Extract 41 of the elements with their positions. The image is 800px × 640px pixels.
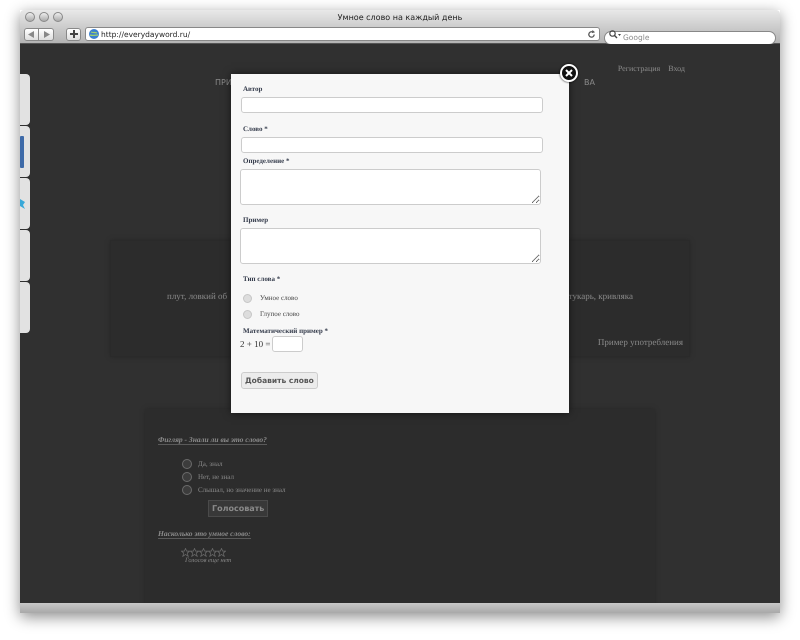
- star-icon[interactable]: [199, 548, 208, 557]
- vote-button[interactable]: Голосовать: [208, 500, 268, 517]
- close-window-button[interactable]: [25, 12, 35, 22]
- text-area[interactable]: [240, 169, 541, 205]
- plus-icon: [70, 30, 78, 38]
- side-tab[interactable]: [20, 178, 30, 229]
- search-icon: [609, 30, 621, 38]
- globe-icon: [89, 29, 99, 39]
- header-link[interactable]: Вход: [668, 64, 685, 73]
- reload-icon[interactable]: [587, 30, 596, 38]
- add-bookmark-button[interactable]: [66, 28, 81, 40]
- left-triangle-icon: [28, 30, 35, 38]
- page-heading: ПРИ: [215, 78, 232, 87]
- side-tab[interactable]: [20, 126, 30, 177]
- page-heading: ВА: [584, 78, 595, 87]
- right-triangle-icon: [42, 30, 50, 38]
- star-icon[interactable]: [181, 548, 190, 557]
- back-button[interactable]: [24, 28, 39, 40]
- star-icon[interactable]: [208, 548, 217, 557]
- radio-button[interactable]: [243, 294, 252, 302]
- header-link[interactable]: Регистрация: [618, 64, 660, 73]
- definition-text: тукарь, кривляка: [568, 291, 633, 301]
- minimize-window-button[interactable]: [39, 12, 49, 22]
- answer-field[interactable]: [272, 336, 304, 352]
- window-title: Умное слово на каждый день: [338, 13, 462, 22]
- definition-text: плут, ловкий об: [167, 291, 228, 301]
- star-icon[interactable]: [190, 548, 199, 557]
- star-icon[interactable]: [217, 548, 226, 557]
- text-area[interactable]: [240, 228, 541, 264]
- radio-button[interactable]: [182, 459, 192, 469]
- math-expression: 2 + 10 =: [240, 339, 270, 349]
- zoom-window-button[interactable]: [53, 12, 63, 22]
- radio-button[interactable]: [182, 472, 192, 482]
- forward-button[interactable]: [39, 28, 54, 40]
- radio-button[interactable]: [182, 485, 192, 495]
- radio-button[interactable]: [243, 310, 252, 318]
- text-field[interactable]: [241, 137, 543, 153]
- text-field[interactable]: [241, 97, 543, 113]
- bar-icon: [20, 136, 24, 168]
- example-link[interactable]: Пример употребления: [598, 337, 683, 347]
- close-icon[interactable]: [560, 64, 578, 82]
